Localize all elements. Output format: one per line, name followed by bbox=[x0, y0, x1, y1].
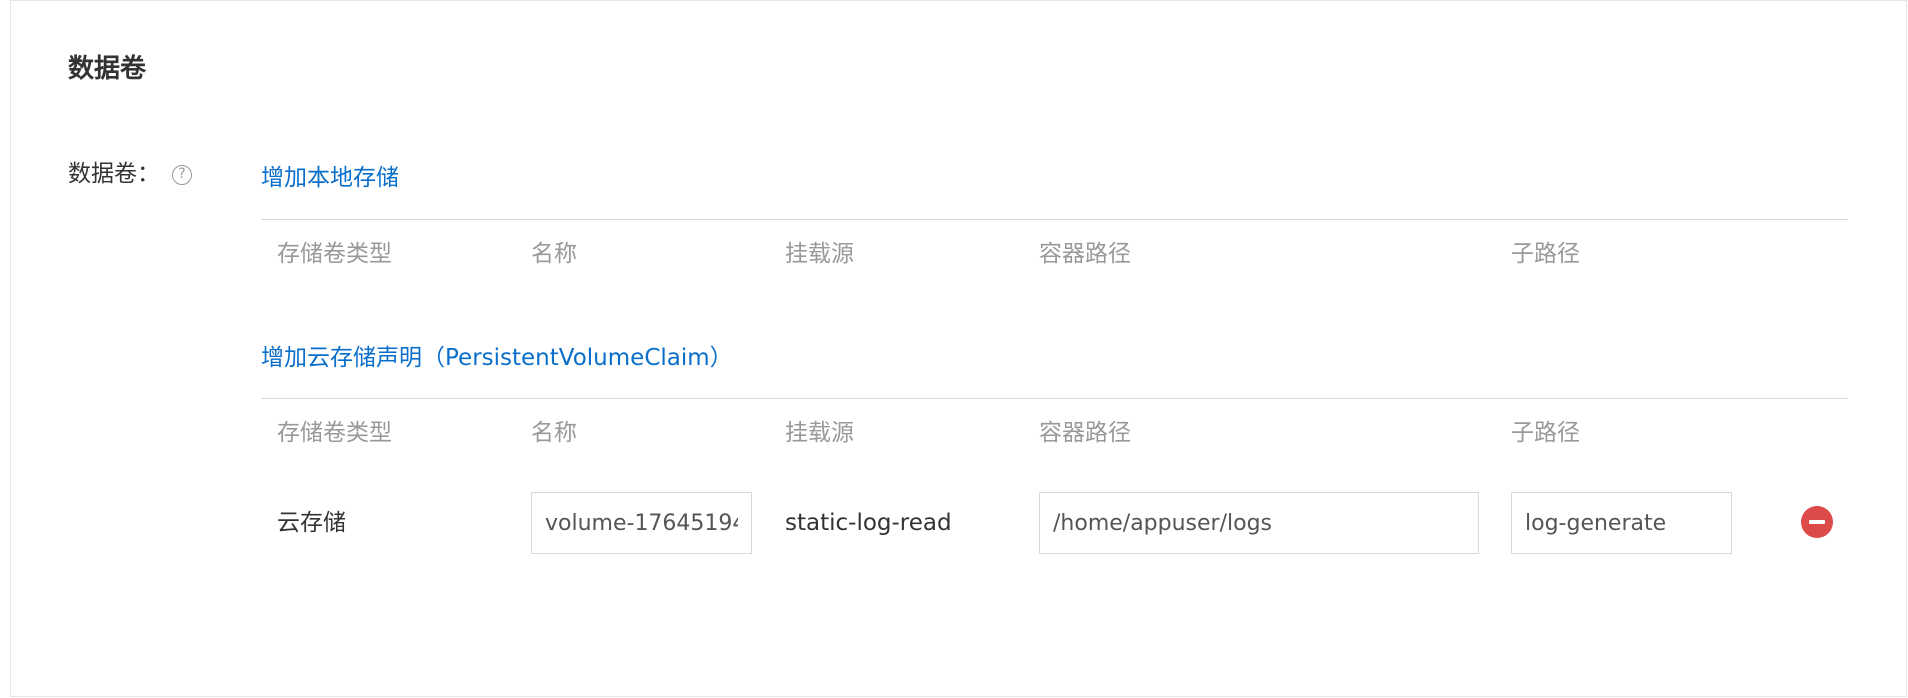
add-pvc-link[interactable]: 增加云存储声明（PersistentVolumeClaim） bbox=[261, 342, 733, 374]
container-path-input[interactable] bbox=[1039, 492, 1479, 554]
pvc-header-container-path: 容器路径 bbox=[1039, 420, 1131, 446]
volume-panel: 数据卷 数据卷： ? 增加本地存储 存储卷类型 名称 挂载源 容器路径 子路径 … bbox=[10, 0, 1907, 697]
pvc-row-type: 云存储 bbox=[277, 510, 346, 536]
section-title: 数据卷 bbox=[68, 54, 147, 84]
local-header-source: 挂载源 bbox=[785, 241, 854, 267]
volume-field-label: 数据卷： bbox=[68, 161, 160, 187]
question-circle-icon[interactable]: ? bbox=[172, 165, 192, 185]
local-header-name: 名称 bbox=[531, 241, 577, 267]
local-header-sub-path: 子路径 bbox=[1511, 241, 1580, 267]
sub-path-input[interactable] bbox=[1511, 492, 1732, 554]
local-header-container-path: 容器路径 bbox=[1039, 241, 1131, 267]
minus-circle-icon[interactable] bbox=[1801, 506, 1833, 538]
pvc-name-input[interactable] bbox=[531, 492, 752, 554]
pvc-header-type: 存储卷类型 bbox=[277, 420, 392, 446]
pvc-row-source: static-log-read bbox=[785, 510, 952, 536]
pvc-header-name: 名称 bbox=[531, 420, 577, 446]
pvc-header-sub-path: 子路径 bbox=[1511, 420, 1580, 446]
pvc-divider bbox=[261, 398, 1848, 399]
add-local-storage-link[interactable]: 增加本地存储 bbox=[261, 162, 399, 194]
pvc-header-source: 挂载源 bbox=[785, 420, 854, 446]
local-storage-divider bbox=[261, 219, 1848, 220]
local-header-type: 存储卷类型 bbox=[277, 241, 392, 267]
